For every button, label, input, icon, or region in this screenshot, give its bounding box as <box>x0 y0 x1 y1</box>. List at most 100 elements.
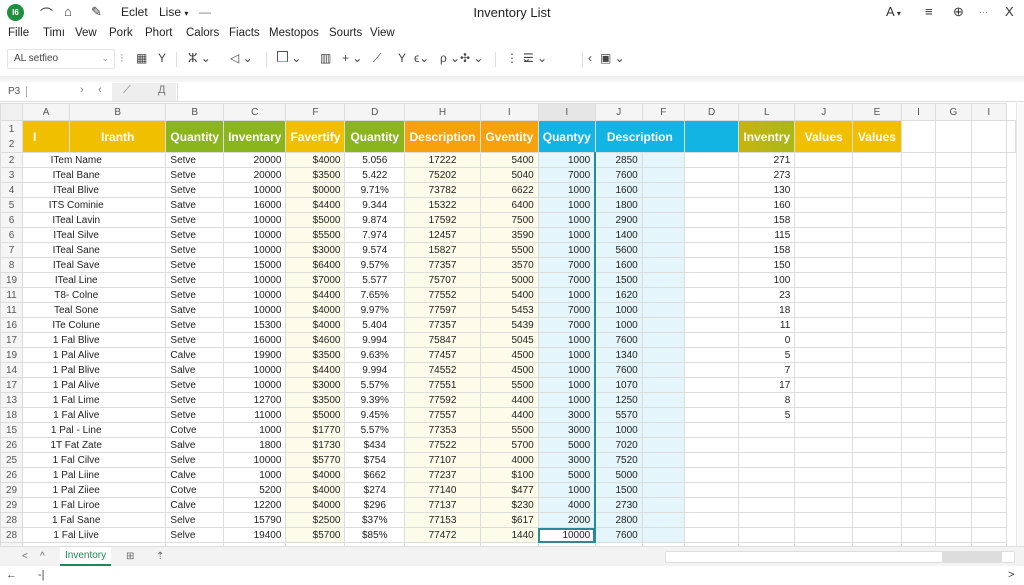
row-header[interactable]: 14 <box>0 362 24 378</box>
cell-j[interactable]: 1070 <box>594 377 643 393</box>
empty-cell[interactable] <box>683 347 740 363</box>
cell-b[interactable]: Calve <box>165 467 225 483</box>
cell-f[interactable]: $7000 <box>285 272 346 288</box>
empty-cell[interactable] <box>852 317 902 333</box>
undo-icon[interactable]: ⌒ <box>40 4 53 23</box>
cell-q[interactable]: 1000 <box>537 332 596 348</box>
cell-d[interactable]: 9.97% <box>344 302 406 318</box>
empty-cell[interactable] <box>683 452 740 468</box>
cell-i[interactable]: 5500 <box>479 422 539 438</box>
cell-d[interactable]: 5.57% <box>344 422 406 438</box>
row-header[interactable]: 6 <box>0 227 24 243</box>
cell-b[interactable]: Calve <box>165 497 225 513</box>
empty-cell[interactable] <box>852 212 902 228</box>
header-cell[interactable]: Description <box>404 120 481 153</box>
cell-l[interactable]: 150 <box>738 257 796 273</box>
confirm-icon[interactable]: ⟋ <box>123 84 131 97</box>
filter-icon[interactable]: Y <box>158 51 166 65</box>
empty-cell[interactable] <box>900 392 937 408</box>
empty-cell[interactable] <box>641 437 685 453</box>
cell-name[interactable]: 1 Fal Liive <box>22 527 167 543</box>
row-header[interactable]: 26 <box>0 467 24 483</box>
underline-button[interactable]: ⵣ ⌄ <box>188 51 211 65</box>
cell-c[interactable]: 11000 <box>223 407 287 423</box>
empty-cell[interactable] <box>852 467 902 483</box>
cell-b[interactable]: Setve <box>165 287 225 303</box>
cell-l[interactable] <box>738 512 796 528</box>
cell-d[interactable]: $754 <box>344 452 406 468</box>
cell-l[interactable]: 115 <box>738 227 796 243</box>
empty-cell[interactable] <box>935 182 972 198</box>
cell-b[interactable]: Selve <box>165 452 225 468</box>
cell-q[interactable]: 7000 <box>537 257 596 273</box>
cell-j[interactable]: 1400 <box>594 227 643 243</box>
empty-cell[interactable] <box>935 242 972 258</box>
empty-cell[interactable] <box>641 227 685 243</box>
cell-b[interactable]: Setve <box>165 257 225 273</box>
menu-icon[interactable]: ≡ <box>925 4 933 19</box>
cell-d[interactable]: 9.994 <box>344 332 406 348</box>
empty-cell[interactable] <box>900 497 937 513</box>
column-header[interactable]: L <box>738 103 796 121</box>
empty-cell[interactable] <box>935 512 972 528</box>
expand-icon[interactable]: › <box>80 84 84 96</box>
cell-d[interactable]: 5.577 <box>344 272 406 288</box>
empty-cell[interactable] <box>935 152 972 168</box>
empty-cell[interactable] <box>683 392 740 408</box>
cell-b[interactable]: Setve <box>165 227 225 243</box>
back-arrow-icon[interactable]: ← <box>6 569 17 581</box>
cell-h[interactable]: 77472 <box>404 527 481 543</box>
menu-item-4[interactable]: Pork <box>109 27 133 39</box>
empty-cell[interactable] <box>794 332 854 348</box>
cell-h[interactable]: 77357 <box>404 257 481 273</box>
empty-cell[interactable] <box>641 242 685 258</box>
sheet-tab-inventory[interactable]: Inventory <box>60 547 112 566</box>
cell-i[interactable]: 5700 <box>479 437 539 453</box>
empty-cell[interactable] <box>794 287 854 303</box>
cell-h[interactable]: 75202 <box>404 167 481 183</box>
cell-i[interactable]: 4500 <box>479 347 539 363</box>
cell-c[interactable]: 20000 <box>223 152 287 168</box>
empty-cell[interactable] <box>935 407 972 423</box>
first-sheet-button[interactable]: ^ <box>40 551 45 562</box>
cell-c[interactable]: 16000 <box>223 332 287 348</box>
cell-b[interactable]: Setve <box>165 317 225 333</box>
empty-cell[interactable] <box>852 392 902 408</box>
cell-b[interactable]: Setve <box>165 212 225 228</box>
empty-cell[interactable] <box>683 527 740 543</box>
menu-item-2[interactable]: Timı <box>43 27 65 39</box>
empty-cell[interactable] <box>900 512 937 528</box>
chart-button[interactable]: ▣ ⌄ <box>600 51 625 65</box>
empty-cell[interactable] <box>935 167 972 183</box>
empty-cell[interactable] <box>900 377 937 393</box>
cell-d[interactable]: 9.57% <box>344 257 406 273</box>
cell-j[interactable]: 7600 <box>594 527 643 543</box>
empty-cell[interactable] <box>852 332 902 348</box>
cell-l[interactable] <box>738 482 796 498</box>
row-header[interactable]: 2 <box>0 152 24 168</box>
header-cell[interactable]: Quantity <box>344 120 406 153</box>
cell-i[interactable]: 5400 <box>479 152 539 168</box>
empty-cell[interactable] <box>900 227 937 243</box>
cell-q[interactable]: 1000 <box>537 152 596 168</box>
header-cell[interactable]: Quantity <box>165 120 225 153</box>
column-header[interactable]: I <box>970 103 1008 121</box>
empty-cell[interactable] <box>900 242 937 258</box>
column-header[interactable]: A <box>22 103 71 121</box>
cell-name[interactable]: 1 Fal Blive <box>22 332 167 348</box>
empty-cell[interactable] <box>683 422 740 438</box>
cell-name[interactable]: ITeal Silve <box>22 227 167 243</box>
cell-c[interactable]: 10000 <box>223 452 287 468</box>
row-header[interactable]: 28 <box>0 512 24 528</box>
cell-q[interactable]: 1000 <box>537 182 596 198</box>
column-header[interactable]: C <box>223 103 287 121</box>
cell-i[interactable]: 7500 <box>479 212 539 228</box>
empty-cell[interactable] <box>641 152 685 168</box>
empty-cell[interactable] <box>641 482 685 498</box>
cell-d[interactable]: 5.57% <box>344 377 406 393</box>
empty-cell[interactable] <box>794 437 854 453</box>
empty-cell[interactable] <box>641 182 685 198</box>
cell-d[interactable]: 7.65% <box>344 287 406 303</box>
cell-q[interactable]: 7000 <box>537 272 596 288</box>
empty-cell[interactable] <box>935 302 972 318</box>
